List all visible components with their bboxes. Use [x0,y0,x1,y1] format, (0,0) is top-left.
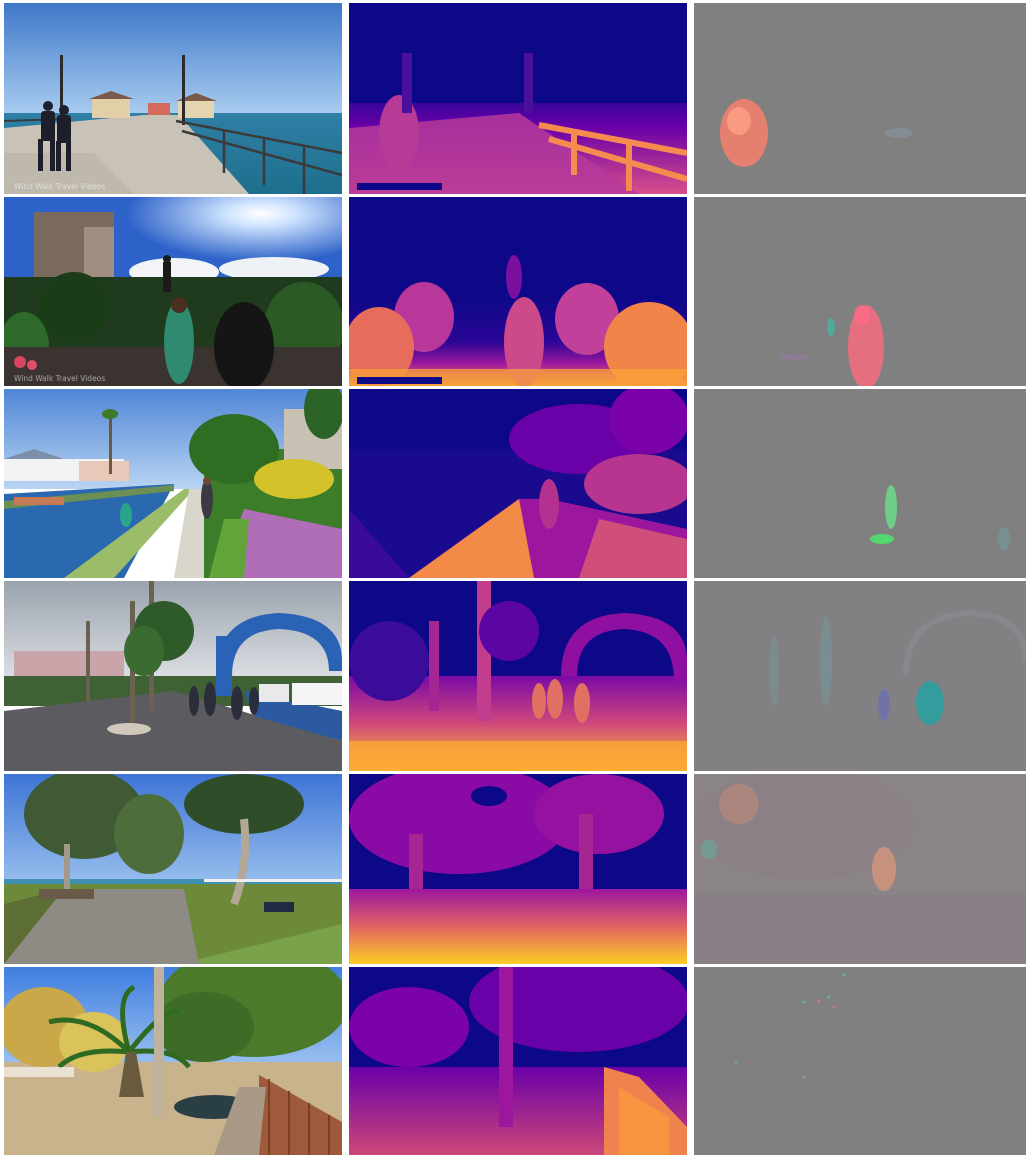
row1-watermark: Wind Walk Travel Videos [14,182,105,191]
row3-residual [694,389,1026,578]
row6-depth [349,967,687,1155]
row2-depth [349,197,687,386]
row2-rgb: Wind Walk Travel Videos [4,197,342,386]
row5-residual [694,774,1026,964]
row4-rgb [4,581,342,771]
row1-residual [694,3,1026,194]
row6-rgb [4,967,342,1155]
row4-residual [694,581,1026,771]
row2-residual [694,197,1026,386]
row3-depth [349,389,687,578]
row2-watermark: Wind Walk Travel Videos [14,374,105,383]
row5-rgb [4,774,342,964]
row6-residual [694,967,1026,1155]
image-grid: Wind Walk Travel Videos Wind Walk Travel… [4,3,1026,1155]
row1-rgb: Wind Walk Travel Videos [4,3,342,194]
row4-depth [349,581,687,771]
row3-rgb [4,389,342,578]
row1-depth [349,3,687,194]
row5-depth [349,774,687,964]
